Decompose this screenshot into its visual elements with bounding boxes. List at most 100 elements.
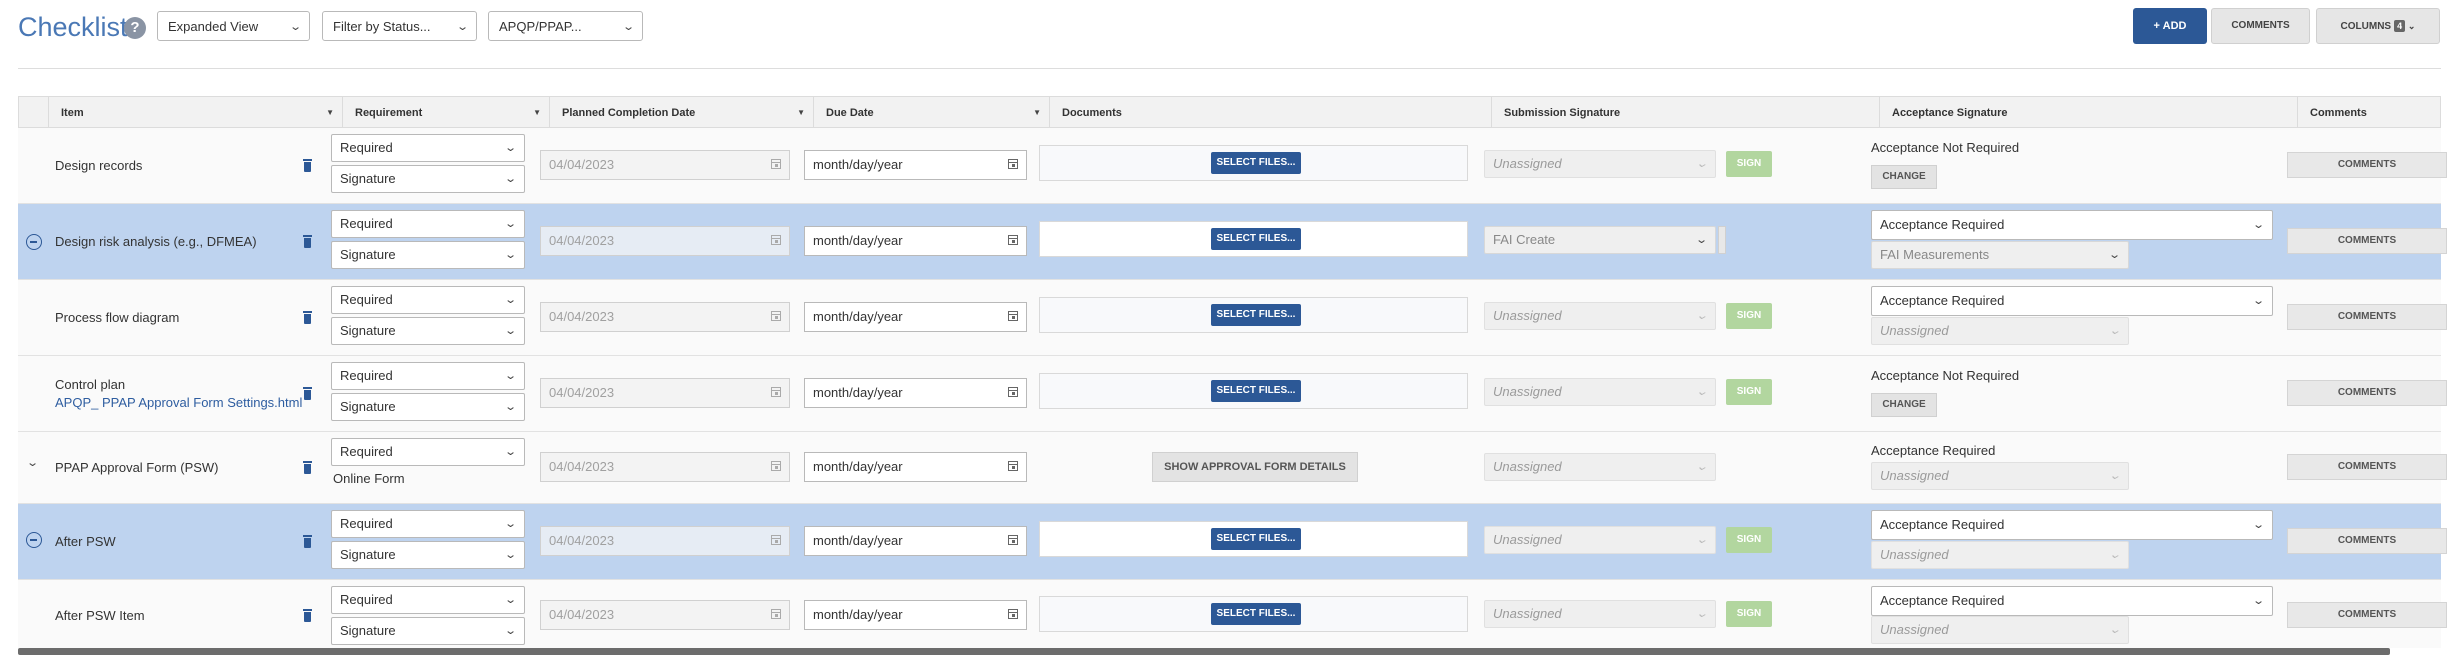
- comments-button[interactable]: COMMENTS: [2287, 304, 2447, 330]
- acceptance-select[interactable]: Acceptance Required ⌄: [1871, 586, 2273, 616]
- acceptance-select[interactable]: Acceptance Required ⌄: [1871, 210, 2273, 240]
- sign-button[interactable]: SIGN: [1726, 527, 1772, 553]
- due-date-input[interactable]: month/day/year: [804, 150, 1027, 180]
- comments-button[interactable]: COMMENTS: [2287, 228, 2447, 254]
- header-comments-button[interactable]: COMMENTS: [2211, 8, 2310, 44]
- column-header-planned-date[interactable]: Planned Completion Date ▼: [549, 97, 813, 129]
- requirement-select[interactable]: Required ⌄: [331, 586, 525, 614]
- requirement-type-select[interactable]: Signature ⌄: [331, 317, 525, 345]
- trash-icon[interactable]: [302, 387, 313, 401]
- add-button[interactable]: + ADD: [2133, 8, 2207, 44]
- comments-button[interactable]: COMMENTS: [2287, 602, 2447, 628]
- due-date-input[interactable]: month/day/year: [804, 302, 1027, 332]
- calendar-icon[interactable]: [1008, 235, 1018, 245]
- sign-button[interactable]: SIGN: [1726, 601, 1772, 627]
- calendar-icon: [771, 235, 781, 245]
- requirement-select[interactable]: Required ⌄: [331, 510, 525, 538]
- requirement-type-select[interactable]: Signature ⌄: [331, 541, 525, 569]
- select-files-button[interactable]: SELECT FILES...: [1211, 603, 1301, 625]
- table-row[interactable]: After PSW Required ⌄ Signature ⌄ 04/04/202…: [18, 504, 2447, 580]
- acceptance-status: Acceptance Not Required: [1871, 140, 2020, 155]
- view-select[interactable]: Expanded View ⌄: [157, 11, 310, 41]
- collapse-icon[interactable]: [26, 532, 42, 548]
- type-select[interactable]: APQP/PPAP... ⌄: [488, 11, 643, 41]
- sign-button[interactable]: SIGN: [1726, 379, 1772, 405]
- requirement-select[interactable]: Required ⌄: [331, 210, 525, 238]
- comments-button[interactable]: COMMENTS: [2287, 380, 2447, 406]
- trash-icon[interactable]: [302, 311, 313, 325]
- column-header-item[interactable]: Item ▼: [48, 97, 342, 129]
- comments-button[interactable]: COMMENTS: [2287, 152, 2447, 178]
- sign-button-stub: [1718, 226, 1726, 254]
- trash-icon[interactable]: [302, 609, 313, 623]
- column-header-due-date[interactable]: Due Date ▼: [813, 97, 1049, 129]
- sign-button[interactable]: SIGN: [1726, 151, 1772, 177]
- chevron-down-icon: ⌄: [503, 142, 517, 154]
- chevron-down-icon: ⌄: [1694, 234, 1708, 246]
- due-date-input[interactable]: month/day/year: [804, 226, 1027, 256]
- select-files-button[interactable]: SELECT FILES...: [1211, 380, 1301, 402]
- trash-icon[interactable]: [302, 159, 313, 173]
- change-button[interactable]: CHANGE: [1871, 165, 1937, 189]
- select-files-button[interactable]: SELECT FILES...: [1211, 152, 1301, 174]
- status-filter-value: Filter by Status...: [333, 19, 431, 34]
- trash-icon[interactable]: [302, 235, 313, 249]
- documents-dropzone[interactable]: SELECT FILES...: [1039, 521, 1468, 557]
- acceptance-select[interactable]: Acceptance Required ⌄: [1871, 510, 2273, 540]
- documents-dropzone[interactable]: SELECT FILES...: [1039, 145, 1468, 181]
- sign-button[interactable]: SIGN: [1726, 303, 1772, 329]
- status-filter-select[interactable]: Filter by Status... ⌄: [322, 11, 477, 41]
- requirement-select[interactable]: Required ⌄: [331, 286, 525, 314]
- due-date-input[interactable]: month/day/year: [804, 526, 1027, 556]
- requirement-select[interactable]: Required ⌄: [331, 134, 525, 162]
- comments-button[interactable]: COMMENTS: [2287, 528, 2447, 554]
- requirement-type-select[interactable]: Signature ⌄: [331, 241, 525, 269]
- due-date-input[interactable]: month/day/year: [804, 452, 1027, 482]
- calendar-icon[interactable]: [1008, 387, 1018, 397]
- calendar-icon: [771, 159, 781, 169]
- column-header-requirement[interactable]: Requirement ▼: [342, 97, 549, 129]
- chevron-down-icon: ⌄: [503, 249, 517, 261]
- select-files-button[interactable]: SELECT FILES...: [1211, 528, 1301, 550]
- chevron-down-icon: ⌄: [2251, 595, 2265, 607]
- collapse-icon[interactable]: [26, 234, 42, 250]
- submission-signer-select: Unassigned ⌄: [1484, 378, 1716, 406]
- table-row[interactable]: Design risk analysis (e.g., DFMEA) Requi…: [18, 204, 2447, 280]
- expand-chevron-icon[interactable]: ⌄: [26, 456, 39, 469]
- table-row: Design records Required ⌄ Signature ⌄ 04/0…: [18, 128, 2447, 204]
- select-files-button[interactable]: SELECT FILES...: [1211, 304, 1301, 326]
- calendar-icon[interactable]: [1008, 535, 1018, 545]
- horizontal-scrollbar[interactable]: [18, 648, 2390, 655]
- select-files-button[interactable]: SELECT FILES...: [1211, 228, 1301, 250]
- item-name: Process flow diagram: [55, 310, 180, 325]
- planned-date-field: 04/04/2023: [540, 378, 790, 408]
- requirement-type-select[interactable]: Signature ⌄: [331, 617, 525, 645]
- requirement-select[interactable]: Required ⌄: [331, 438, 525, 466]
- documents-dropzone[interactable]: SELECT FILES...: [1039, 373, 1468, 409]
- calendar-icon[interactable]: [1008, 159, 1018, 169]
- requirement-type-select[interactable]: Signature ⌄: [331, 165, 525, 193]
- requirement-type-select[interactable]: Signature ⌄: [331, 393, 525, 421]
- calendar-icon[interactable]: [1008, 461, 1018, 471]
- documents-dropzone[interactable]: SELECT FILES...: [1039, 297, 1468, 333]
- planned-date-field: 04/04/2023: [540, 302, 790, 332]
- table-row: Control plan APQP_ PPAP Approval Form Se…: [18, 356, 2447, 432]
- calendar-icon[interactable]: [1008, 609, 1018, 619]
- columns-button[interactable]: COLUMNS 4 ⌄: [2316, 8, 2440, 44]
- requirement-select[interactable]: Required ⌄: [331, 362, 525, 390]
- change-button[interactable]: CHANGE: [1871, 393, 1937, 417]
- documents-dropzone[interactable]: SELECT FILES...: [1039, 596, 1468, 632]
- help-icon[interactable]: ?: [124, 17, 146, 39]
- trash-icon[interactable]: [302, 535, 313, 549]
- type-select-value: APQP/PPAP...: [499, 19, 582, 34]
- trash-icon[interactable]: [302, 461, 313, 475]
- show-approval-form-button[interactable]: SHOW APPROVAL FORM DETAILS: [1152, 452, 1358, 482]
- documents-dropzone[interactable]: SELECT FILES...: [1039, 221, 1468, 257]
- comments-button[interactable]: COMMENTS: [2287, 454, 2447, 480]
- calendar-icon: [771, 609, 781, 619]
- due-date-input[interactable]: month/day/year: [804, 600, 1027, 630]
- calendar-icon[interactable]: [1008, 311, 1018, 321]
- due-date-input[interactable]: month/day/year: [804, 378, 1027, 408]
- attachment-link[interactable]: APQP_ PPAP Approval Form Settings.html: [55, 395, 302, 410]
- acceptance-select[interactable]: Acceptance Required ⌄: [1871, 286, 2273, 316]
